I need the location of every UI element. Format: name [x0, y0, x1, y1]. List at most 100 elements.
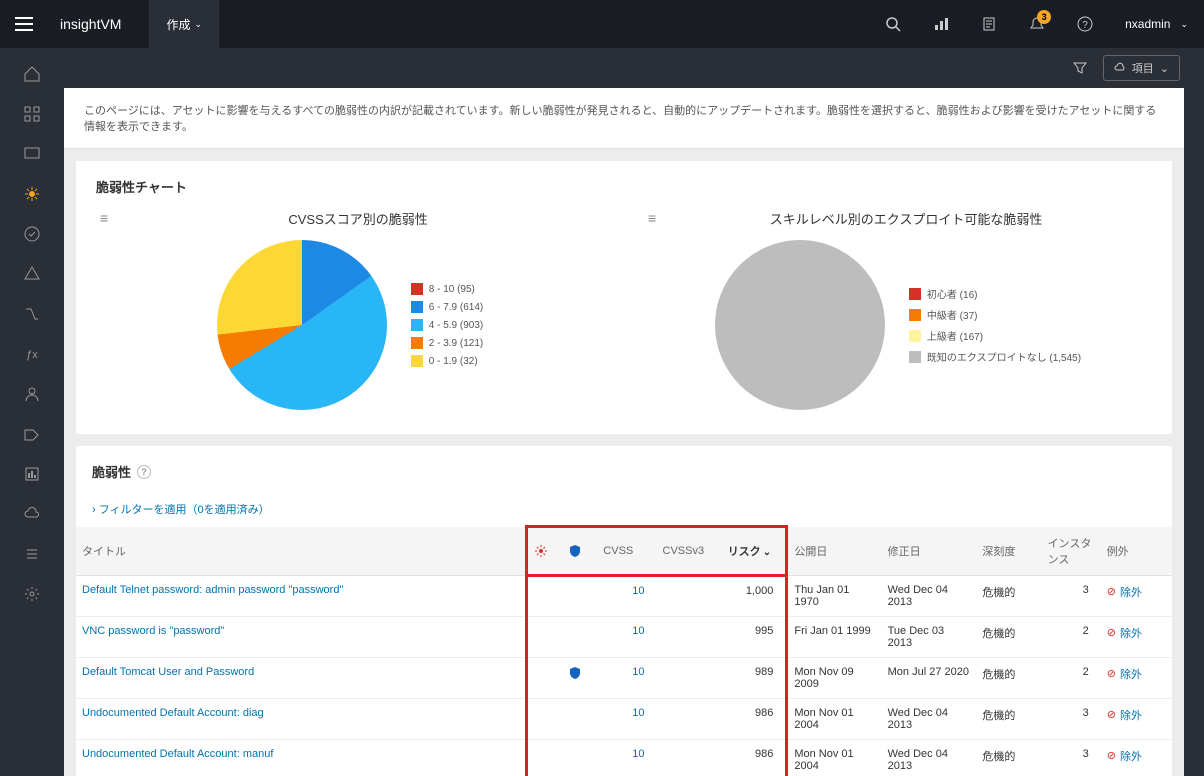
cell-exclude: ⊘除外	[1101, 575, 1172, 616]
legend-swatch	[411, 337, 423, 349]
hamburger-menu[interactable]	[0, 0, 48, 48]
cell-exclude: ⊘除外	[1101, 739, 1172, 776]
cell-exploit-icon	[562, 575, 598, 616]
sidebar: ƒx	[0, 48, 64, 776]
legend-item[interactable]: 初心者 (16)	[909, 286, 1081, 301]
chart-title: スキルレベル別のエクスプロイト可能な脆弱性	[660, 209, 1152, 228]
nav-tag[interactable]	[12, 416, 52, 452]
pie-chart	[715, 240, 885, 410]
legend-swatch	[909, 288, 921, 300]
col-modified[interactable]: 修正日	[882, 527, 977, 576]
cell-published: Mon Nov 01 2004	[787, 698, 882, 739]
chart-box: ≡CVSSスコア別の脆弱性8 - 10 (95)6 - 7.9 (614)4 -…	[96, 206, 604, 410]
exclude-link[interactable]: ⊘除外	[1107, 625, 1166, 641]
col-exceptions[interactable]: 例外	[1101, 527, 1172, 576]
filter-apply-link[interactable]: › フィルターを適用（0を適用済み）	[92, 504, 270, 516]
user-name: nxadmin	[1125, 17, 1170, 31]
chart-legend: 初心者 (16) 中級者 (37) 上級者 (167) 既知のエクスプロイトなし (1…	[909, 286, 1081, 364]
legend-item[interactable]: 中級者 (37)	[909, 307, 1081, 322]
items-button[interactable]: 項目 ⌄	[1103, 55, 1180, 81]
col-cvssv3[interactable]: CVSSv3	[657, 527, 722, 576]
vuln-title-link[interactable]: Default Telnet password: admin password …	[76, 575, 526, 616]
search-icon[interactable]	[869, 0, 917, 48]
legend-item[interactable]: 8 - 10 (95)	[411, 283, 483, 295]
legend-item[interactable]: 4 - 5.9 (903)	[411, 319, 483, 331]
help-icon[interactable]: ?	[1061, 0, 1109, 48]
nav-user[interactable]	[12, 376, 52, 412]
chart-menu-icon[interactable]: ≡	[644, 206, 660, 230]
cell-instances: 3	[1042, 739, 1101, 776]
cell-exploit-icon	[562, 698, 598, 739]
pie-chart	[217, 240, 387, 410]
brand-logo: insightVM	[48, 16, 149, 32]
col-published[interactable]: 公開日	[787, 527, 882, 576]
prohibit-icon: ⊘	[1107, 749, 1116, 762]
legend-item[interactable]: 2 - 3.9 (121)	[411, 337, 483, 349]
col-malware-icon[interactable]	[526, 527, 562, 576]
nav-cloud2[interactable]	[12, 496, 52, 532]
cell-exclude: ⊘除外	[1101, 698, 1172, 739]
table-title: 脆弱性	[92, 462, 131, 481]
cell-cvss: 10	[597, 616, 656, 657]
nav-home[interactable]	[12, 56, 52, 92]
exclude-link[interactable]: ⊘除外	[1107, 584, 1166, 600]
chart-box: ≡スキルレベル別のエクスプロイト可能な脆弱性初心者 (16) 中級者 (37) 上級…	[644, 206, 1152, 410]
prohibit-icon: ⊘	[1107, 626, 1116, 639]
user-menu[interactable]: nxadmin ⌄	[1109, 17, 1204, 31]
cell-severity: 危機的	[976, 657, 1041, 698]
funnel-icon[interactable]	[1069, 57, 1091, 79]
nav-settings[interactable]	[12, 576, 52, 612]
prohibit-icon: ⊘	[1107, 708, 1116, 721]
legend-item[interactable]: 上級者 (167)	[909, 328, 1081, 343]
nav-math[interactable]: ƒx	[12, 336, 52, 372]
nav-vulnerabilities[interactable]	[12, 176, 52, 212]
cell-modified: Mon Jul 27 2020	[882, 657, 977, 698]
create-button[interactable]: 作成 ⌄	[149, 0, 219, 48]
legend-item[interactable]: 6 - 7.9 (614)	[411, 301, 483, 313]
vuln-title-link[interactable]: Default Tomcat User and Password	[76, 657, 526, 698]
nav-cloud[interactable]	[12, 256, 52, 292]
legend-item[interactable]: 0 - 1.9 (32)	[411, 355, 483, 367]
help-small-icon[interactable]: ?	[137, 465, 151, 479]
vulnerabilities-table: タイトル CVSS CVSSv3 リスク 公開日 修正日 深刻度 インスタンス	[76, 525, 1172, 776]
nav-monitor[interactable]	[12, 136, 52, 172]
brand-prefix: insight	[60, 16, 100, 32]
nav-report[interactable]	[12, 456, 52, 492]
cell-cvss: 10	[597, 698, 656, 739]
cell-severity: 危機的	[976, 698, 1041, 739]
col-severity[interactable]: 深刻度	[976, 527, 1041, 576]
legend-swatch	[909, 309, 921, 321]
legend-label: 中級者 (37)	[927, 307, 978, 322]
exclude-link[interactable]: ⊘除外	[1107, 666, 1166, 682]
col-title[interactable]: タイトル	[76, 527, 526, 576]
nav-list[interactable]	[12, 536, 52, 572]
table-row: Undocumented Default Account: diag10986M…	[76, 698, 1172, 739]
legend-item[interactable]: 既知のエクスプロイトなし (1,545)	[909, 349, 1081, 364]
cell-malware	[526, 698, 562, 739]
cell-severity: 危機的	[976, 616, 1041, 657]
col-risk[interactable]: リスク	[722, 527, 787, 576]
col-exploit-icon[interactable]	[562, 527, 598, 576]
legend-swatch	[411, 355, 423, 367]
col-instances[interactable]: インスタンス	[1042, 527, 1101, 576]
nav-grid[interactable]	[12, 96, 52, 132]
cell-published: Mon Nov 01 2004	[787, 739, 882, 776]
chevron-down-icon: ⌄	[1180, 19, 1188, 30]
col-cvss[interactable]: CVSS	[597, 527, 656, 576]
legend-swatch	[411, 301, 423, 313]
vuln-title-link[interactable]: Undocumented Default Account: manuf	[76, 739, 526, 776]
vuln-title-link[interactable]: VNC password is "password"	[76, 616, 526, 657]
cell-instances: 3	[1042, 698, 1101, 739]
notifications-icon[interactable]: 3	[1013, 0, 1061, 48]
nav-compliance[interactable]	[12, 216, 52, 252]
dashboard-icon[interactable]	[917, 0, 965, 48]
exclude-link[interactable]: ⊘除外	[1107, 748, 1166, 764]
exclude-link[interactable]: ⊘除外	[1107, 707, 1166, 723]
cell-modified: Wed Dec 04 2013	[882, 739, 977, 776]
cell-cvssv3	[657, 698, 722, 739]
nav-flow[interactable]	[12, 296, 52, 332]
legend-label: 2 - 3.9 (121)	[429, 338, 483, 349]
vuln-title-link[interactable]: Undocumented Default Account: diag	[76, 698, 526, 739]
document-icon[interactable]	[965, 0, 1013, 48]
chart-menu-icon[interactable]: ≡	[96, 206, 112, 230]
